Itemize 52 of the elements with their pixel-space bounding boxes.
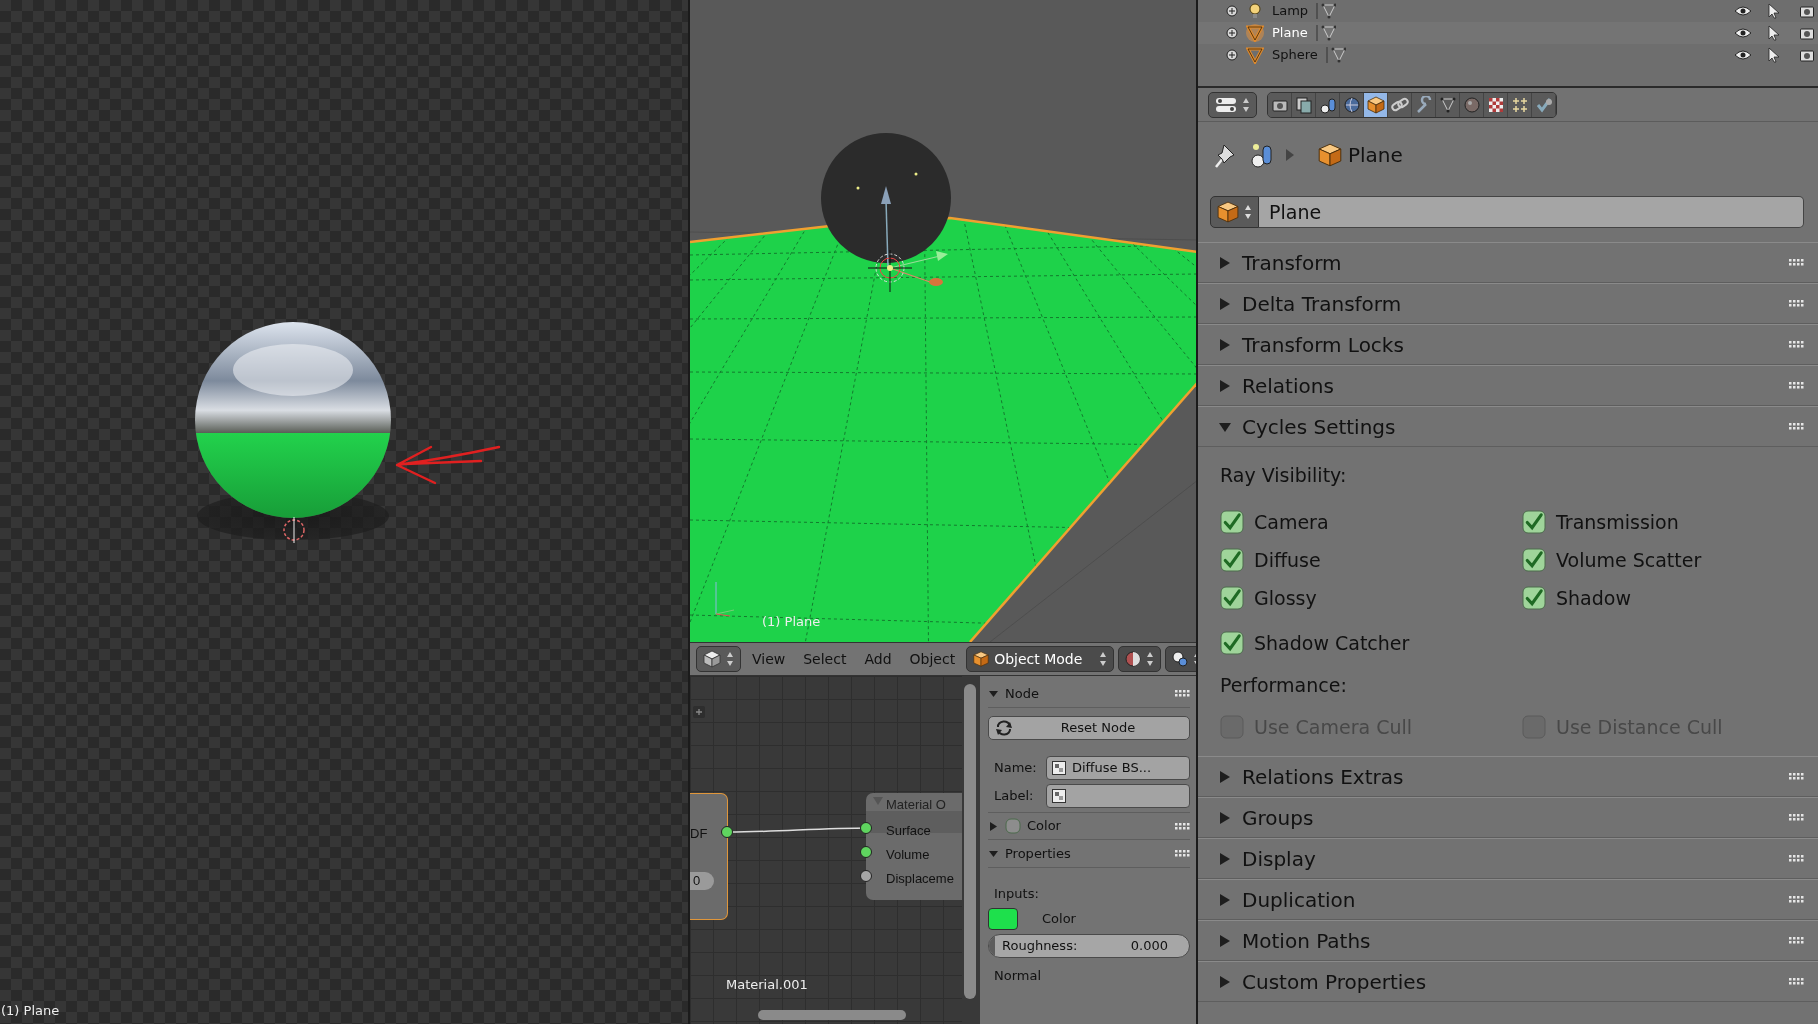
section-label: Ray Visibility: bbox=[1220, 462, 1347, 488]
panel-header[interactable]: Transform bbox=[1242, 247, 1779, 278]
menu-item[interactable]: Object bbox=[902, 646, 963, 672]
panel-header[interactable]: Groups bbox=[1242, 802, 1779, 833]
roughness-slider[interactable]: Roughness: 0.000 bbox=[988, 933, 1190, 958]
panel-header[interactable]: Cycles Settings bbox=[1242, 411, 1779, 442]
panel-header[interactable]: Transform Locks bbox=[1242, 329, 1779, 360]
checkbox-label[interactable]: Shadow Catcher bbox=[1254, 628, 1410, 658]
value-field[interactable]: 0 bbox=[690, 872, 714, 890]
field-label: Label: bbox=[993, 787, 1035, 806]
material-output-node[interactable]: Material O Surface Volume Displaceme bbox=[866, 793, 962, 900]
menu-item[interactable]: View bbox=[745, 646, 793, 672]
menu-item[interactable]: Select bbox=[796, 646, 854, 672]
outliner-item[interactable]: Plane bbox=[1272, 23, 1308, 43]
node-title: Material O bbox=[886, 796, 946, 814]
socket-label: Surface bbox=[886, 822, 931, 840]
status-text: (1) Plane bbox=[1, 1004, 60, 1019]
outliner-item[interactable]: Lamp bbox=[1272, 1, 1309, 21]
text-field[interactable]: Diffuse BS... bbox=[1046, 756, 1190, 780]
panel-header[interactable]: Motion Paths bbox=[1242, 925, 1779, 956]
panel-header[interactable]: Delta Transform bbox=[1242, 288, 1779, 319]
breadcrumb-text: Plane bbox=[1348, 142, 1403, 169]
input-label: Color bbox=[1042, 909, 1076, 928]
panel-header[interactable]: Relations Extras bbox=[1242, 761, 1779, 792]
input-label: Normal bbox=[994, 967, 1042, 983]
checkbox-label[interactable]: Camera bbox=[1254, 507, 1329, 537]
checkbox-label[interactable]: Transmission bbox=[1556, 507, 1679, 537]
inputs-label: Inputs: bbox=[994, 886, 1039, 901]
menu-item[interactable]: Add bbox=[857, 646, 899, 672]
section-label: Performance: bbox=[1220, 672, 1347, 698]
mode-dropdown[interactable]: Object Mode bbox=[966, 646, 1115, 672]
material-name: Material.001 bbox=[726, 978, 808, 993]
panel-header[interactable]: Duplication bbox=[1242, 884, 1779, 915]
shader-node[interactable]: DF 0 bbox=[690, 793, 728, 920]
section-title[interactable]: Node bbox=[1005, 683, 1169, 704]
checkbox-label[interactable]: Volume Scatter bbox=[1556, 545, 1702, 575]
checkbox-label[interactable]: Diffuse bbox=[1254, 545, 1321, 575]
panel-header[interactable]: Display bbox=[1242, 843, 1779, 874]
field-label: Name: bbox=[993, 759, 1038, 778]
reset-node-button[interactable]: Reset Node bbox=[988, 716, 1190, 740]
object-name-field[interactable]: Plane bbox=[1259, 196, 1804, 228]
socket-label: Displaceme bbox=[886, 870, 954, 888]
socket-label: Volume bbox=[886, 846, 930, 864]
socket-label: DF bbox=[690, 825, 708, 843]
outliner-item[interactable]: Sphere bbox=[1272, 45, 1318, 65]
checkbox-label[interactable]: Shadow bbox=[1556, 583, 1631, 613]
section-title[interactable]: Color bbox=[1027, 816, 1169, 836]
section-title[interactable]: Properties bbox=[1005, 843, 1169, 864]
checkbox-label[interactable]: Glossy bbox=[1254, 583, 1317, 613]
panel-header[interactable]: Custom Properties bbox=[1242, 966, 1779, 997]
status-text: (1) Plane bbox=[762, 615, 821, 630]
panel-header[interactable]: Relations bbox=[1242, 370, 1779, 401]
